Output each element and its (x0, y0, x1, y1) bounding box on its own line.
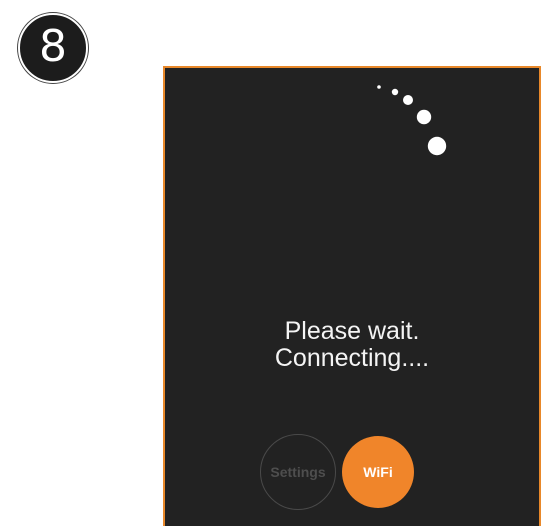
status-line-2: Connecting.... (274, 344, 430, 372)
wifi-button[interactable]: WiFi (342, 436, 414, 508)
loading-dots-icon (377, 85, 447, 156)
step-number: 8 (39, 21, 67, 72)
device-screen: Please wait. Connecting.... Settings WiF… (163, 66, 541, 526)
spinner-dot (416, 109, 432, 125)
spinner-dot (403, 95, 413, 105)
step-number-badge: 8 (18, 13, 88, 83)
wifi-button-label: WiFi (363, 464, 393, 480)
spinner-dot (391, 88, 399, 96)
spinner-dot (377, 85, 381, 89)
status-line-1: Please wait. (284, 317, 420, 345)
settings-button[interactable]: Settings (260, 434, 336, 510)
spinner-dot (427, 136, 447, 156)
connection-status-message: Please wait. Connecting.... (165, 318, 539, 372)
settings-button-label: Settings (270, 464, 326, 480)
